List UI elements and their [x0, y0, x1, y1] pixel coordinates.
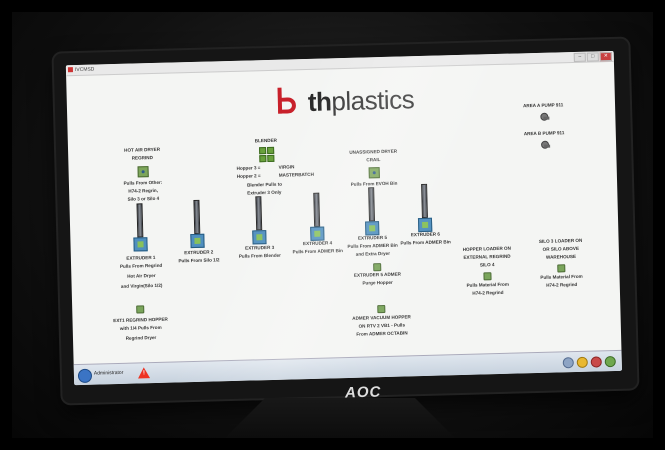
hot-air-dryer-line1: Pulls From Other:	[123, 179, 163, 186]
tray-network-icon[interactable]	[562, 357, 574, 369]
hot-air-dryer-subtitle: REGRIND	[131, 155, 153, 161]
extruder-1[interactable]	[133, 203, 148, 252]
ext1-hopper-icon[interactable]	[136, 305, 145, 314]
window-controls: – □ ✕	[573, 51, 612, 62]
admer-vacuum-line1: ADMER VACUUM HOPPER	[352, 314, 411, 321]
extruder-6[interactable]	[417, 183, 433, 233]
extruder-4-line1: Pulls From ADMER Bin	[292, 248, 344, 255]
silo4-loader-line4: Pulls Material From	[466, 281, 509, 288]
silo4-loader-line2: EXTERNAL REGRIND	[463, 253, 511, 260]
pump-a-icon[interactable]	[539, 112, 550, 121]
extruder-4-name: EXTRUDER 4	[302, 240, 333, 247]
silo3-loader-line5: H74-2 Regrind	[546, 281, 578, 288]
ext1-hopper-line2: with 1/4 Pulls From	[119, 324, 162, 331]
silo4-loader-line3: SILO 4	[479, 262, 495, 268]
unassigned-dryer-subtitle: CRAIL	[366, 157, 381, 163]
extruder-5-line2: and Extra Dryer	[355, 250, 391, 257]
silo3-loader-line2: OR SILO ABOVE	[542, 245, 580, 252]
app-icon	[67, 67, 74, 73]
extruder-5-line1: Pulls From ADMER Bin	[347, 242, 398, 249]
ext5-admer-line2: Purge Hopper	[362, 279, 393, 286]
silo4-loader-line1: HOPPER LOADER ON	[462, 245, 511, 252]
extruder-1-line2: Hot Air Dryer	[127, 272, 156, 279]
extruder-6-name: EXTRUDER 6	[410, 231, 440, 238]
extruder-5[interactable]	[365, 187, 380, 236]
pump-b-icon[interactable]	[540, 140, 551, 149]
admer-vacuum-icon[interactable]	[377, 304, 386, 314]
silo3-loader-icon[interactable]	[557, 264, 566, 273]
close-button[interactable]: ✕	[599, 51, 612, 62]
hot-air-dryer-line3: Silo 3 or Silo 4	[127, 195, 160, 202]
maximize-button[interactable]: □	[586, 52, 599, 62]
extruder-1-name: EXTRUDER 1	[126, 254, 156, 261]
extruder-3-line1: Pulls From Blender	[238, 252, 282, 259]
window-titlebar: IVCMSD – □ ✕	[65, 50, 614, 77]
tray-app-icon[interactable]	[604, 355, 616, 368]
hot-air-dryer-icon[interactable]	[137, 166, 149, 178]
ext5-admer-line1: EXTRUDER 5 ADMER	[353, 271, 402, 278]
blender-hopper3: Hopper 3 =	[236, 165, 261, 171]
blender-virgin: VIRGIN	[278, 164, 295, 170]
ext1-hopper-line1: EXT1 REGRIND HOPPER	[113, 316, 168, 324]
tray-folder-icon[interactable]	[576, 356, 588, 368]
silo4-loader-icon[interactable]	[483, 272, 492, 281]
taskbar: Administrator !	[73, 349, 623, 386]
admer-vacuum-line3: From ADMER OCTABIN	[356, 330, 408, 337]
extruder-2-name: EXTRUDER 2	[184, 249, 214, 256]
blender-icon[interactable]	[259, 146, 275, 163]
blender-masterbatch: MASTERBATCH	[278, 171, 314, 178]
silo3-loader-line3: WAREHOUSE	[545, 253, 577, 260]
start-button[interactable]	[77, 368, 93, 384]
monitor: IVCMSD – □ ✕ thplastics AREA A PUMP 911 …	[53, 38, 638, 404]
logo-icon	[271, 85, 306, 120]
silo4-loader-line5: H74-2 Regrind	[472, 289, 504, 296]
extruder-1-line3: and Virgin(Silo 1/2)	[120, 282, 163, 289]
blender-hopper2: Hopper 2 =	[236, 173, 261, 179]
ext5-admer-icon[interactable]	[373, 263, 382, 272]
hot-air-dryer-title: HOT AIR DRYER	[124, 146, 161, 153]
extruder-2-line1: Pulls From Silo 1/2	[178, 257, 220, 264]
extruder-3-name: EXTRUDER 3	[245, 244, 275, 251]
unassigned-dryer-icon[interactable]	[368, 167, 380, 179]
window-title: IVCMSD	[74, 66, 95, 74]
extruder-5-name: EXTRUDER 5	[357, 234, 388, 241]
blender-pulls: Blender Pulls to	[246, 181, 283, 188]
logo-text: thplastics	[307, 83, 415, 117]
silo3-loader-line1: SILO 3 LOADER ON	[538, 237, 583, 244]
taskbar-item[interactable]: Administrator	[94, 370, 124, 377]
admer-vacuum-line2: ON RTV 2 VB1 - Pulls	[358, 322, 406, 329]
pump-b-label: AREA B PUMP 911	[523, 130, 565, 137]
extruder-1-line1: Pulls From Regrind	[119, 262, 163, 269]
ext1-hopper-line3: Regrind Dryer	[125, 334, 157, 341]
company-logo: thplastics	[271, 82, 414, 120]
blender-extruder: Extruder 3 Only	[247, 189, 282, 196]
unassigned-dryer-title: UNASSIGNED DRYER	[349, 148, 398, 155]
extruder-4[interactable]	[310, 192, 325, 241]
extruder-3[interactable]	[252, 196, 267, 245]
tray-alert-icon[interactable]	[590, 356, 602, 368]
blender-title: BLENDER	[254, 137, 278, 144]
system-tray	[562, 355, 616, 369]
screen: IVCMSD – □ ✕ thplastics AREA A PUMP 911 …	[65, 50, 623, 386]
pump-a-label: AREA A PUMP 911	[522, 102, 564, 109]
extruder-6-line1: Pulls From ADMER Bin	[400, 239, 451, 246]
extruder-2[interactable]	[190, 199, 205, 249]
silo3-loader-line4: Pulls Material From	[540, 273, 583, 280]
minimize-button[interactable]: –	[573, 52, 586, 62]
hot-air-dryer-line2: H74-2 Regrin,	[128, 187, 159, 194]
